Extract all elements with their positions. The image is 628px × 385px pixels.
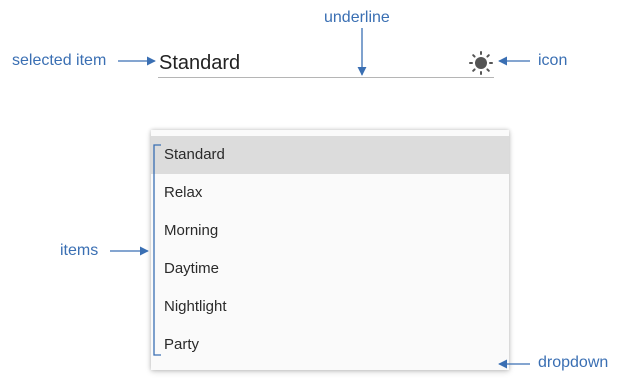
callout-underline-label: underline — [324, 9, 390, 26]
selected-item-text: Standard — [159, 52, 241, 74]
dropdown-item-morning[interactable]: Morning — [151, 212, 509, 250]
dropdown-item-relax[interactable]: Relax — [151, 174, 509, 212]
dropdown-item-standard[interactable]: Standard — [151, 136, 509, 174]
selector-field[interactable]: Standard — [158, 46, 494, 78]
dropdown-item-daytime[interactable]: Daytime — [151, 250, 509, 288]
selector-underline — [158, 77, 494, 78]
dropdown-item-party[interactable]: Party — [151, 326, 509, 364]
sun-icon[interactable] — [468, 50, 494, 76]
callout-items-label: items — [60, 242, 99, 259]
callout-icon-label: icon — [538, 52, 568, 69]
callout-dropdown-label: dropdown — [538, 354, 609, 371]
dropdown-item-nightlight[interactable]: Nightlight — [151, 288, 509, 326]
callout-selected-item-label: selected item — [12, 52, 107, 69]
dropdown-list: Standard Relax Morning Daytime Nightlight Par… — [151, 130, 509, 370]
